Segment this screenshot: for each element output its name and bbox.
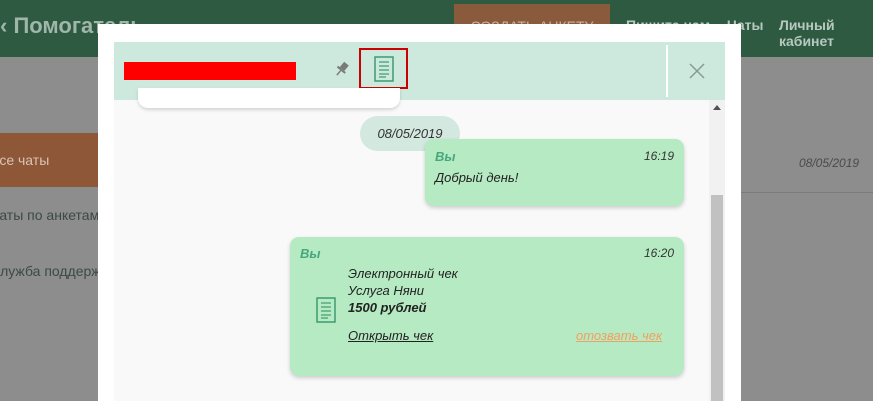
close-icon[interactable] [686, 60, 708, 82]
message-time: 16:20 [643, 246, 674, 260]
receipt-amount: 1500 рублей [348, 300, 427, 315]
revoke-receipt-link[interactable]: отозвать чек [576, 328, 662, 343]
divider [741, 192, 873, 193]
message-time: 16:19 [643, 149, 674, 163]
header-divider [666, 45, 668, 97]
open-receipt-link[interactable]: Открыть чек [348, 328, 433, 343]
previous-message-bubble [138, 88, 400, 108]
message-bubble: Вы 16:19 Добрый день! [425, 139, 684, 206]
receipt-details: Электронный чек Услуга Няни 1500 рублей [348, 265, 458, 316]
chat-title-redacted [124, 62, 296, 80]
message-text: Добрый день! [435, 170, 519, 185]
chat-list-date: 08/05/2019 [799, 156, 860, 170]
receipt-document-icon [316, 297, 336, 323]
scrollbar-thumb[interactable] [711, 195, 723, 401]
sidebar-item-form-chats: Чаты по анкетам [0, 207, 100, 223]
receipt-title: Электронный чек [348, 266, 458, 281]
nav-account: Личный кабинет [779, 17, 835, 49]
message-sender: Вы [435, 149, 456, 164]
receipt-message-bubble: Вы 16:20 Электронный чек Услуга Няни 150… [290, 237, 684, 376]
receipt-button[interactable] [359, 48, 408, 89]
pin-icon[interactable] [333, 60, 351, 78]
message-sender: Вы [300, 246, 321, 261]
sidebar-item-all-chats: Все чаты [0, 133, 98, 187]
scroll-up-arrow-icon[interactable] [713, 105, 721, 110]
receipt-icon [373, 55, 394, 82]
receipt-service: Услуга Няни [348, 283, 425, 298]
